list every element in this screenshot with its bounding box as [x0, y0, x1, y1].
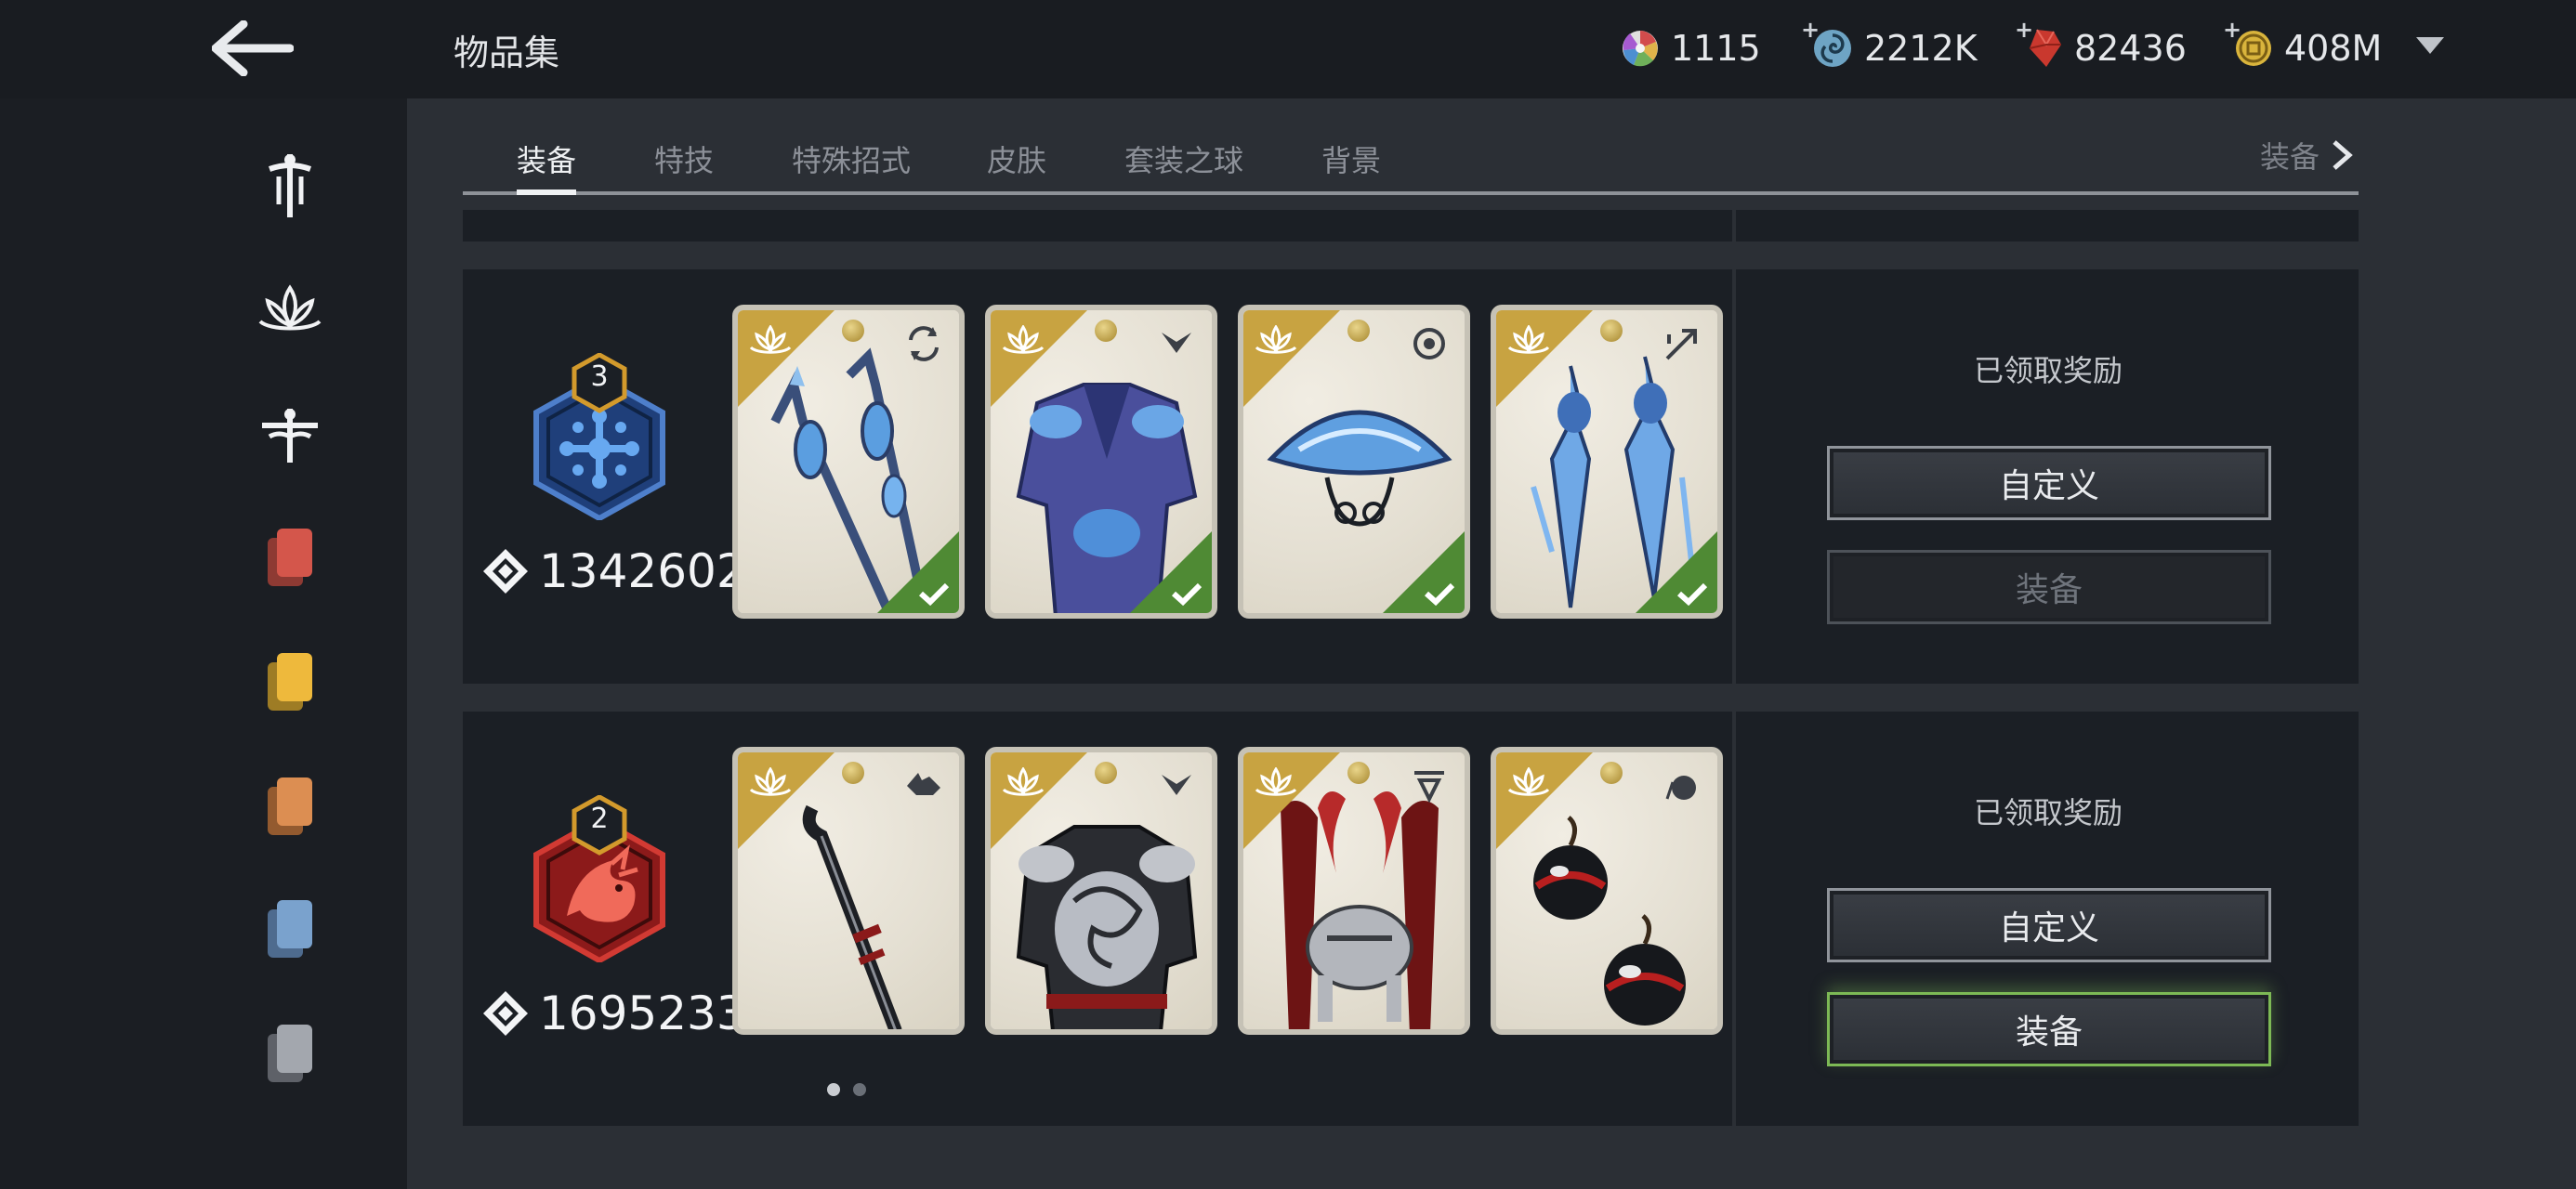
lotus-icon — [1002, 767, 1045, 796]
reward-status-label: 已领取奖励 — [1974, 353, 2123, 388]
tab-skills[interactable]: 特技 — [654, 137, 714, 180]
item-card-helmet[interactable] — [1238, 747, 1470, 1035]
sidebar-item-yellow-card-category[interactable] — [251, 643, 329, 721]
card-stack-orange-icon — [268, 777, 312, 835]
set-power: 1695233 — [481, 986, 746, 1040]
arrow-left-icon — [212, 20, 294, 76]
tab-backgrounds[interactable]: 背景 — [1321, 137, 1381, 180]
back-button[interactable] — [206, 13, 299, 84]
check-icon — [1424, 582, 1455, 606]
card-stack-grey-icon — [268, 1025, 312, 1082]
lotus-icon — [1507, 325, 1550, 354]
page-indicator — [827, 1083, 866, 1096]
tab-equipment[interactable]: 装备 — [517, 137, 576, 180]
currency-1: 1115 — [1621, 22, 1761, 74]
tab-next-label: 装备 — [2260, 139, 2320, 175]
chevron-right-icon — [2333, 140, 2353, 170]
item-card-weapon[interactable] — [732, 305, 965, 619]
power-value: 1695233 — [539, 986, 746, 1040]
tab-active-indicator — [517, 189, 576, 195]
equip-button[interactable]: 装备 — [1827, 550, 2271, 624]
tab-bar: 装备 特技 特殊招式 皮肤 套装之球 背景 — [463, 130, 2359, 199]
set-level-badge: 2 — [530, 794, 669, 964]
equip-button[interactable]: 装备 — [1827, 992, 2271, 1066]
set-row-2: 2 1695233 已领取奖励 自定义 装备 — [463, 712, 2359, 1126]
reward-status-label: 已领取奖励 — [1974, 795, 2123, 830]
check-icon — [918, 582, 950, 606]
wolf-head-icon — [907, 773, 940, 795]
set-row-1: 3 1342602 已领取奖励 自定义 装备 — [463, 269, 2359, 684]
power-diamond-icon — [483, 549, 528, 594]
page-title: 物品集 — [453, 33, 560, 73]
lotus-icon — [1002, 325, 1045, 354]
bomb-icon — [1665, 776, 1696, 800]
set-power: 1342602 — [481, 544, 746, 598]
currency-dropdown-button[interactable] — [2414, 35, 2446, 59]
set-level-badge: 3 — [530, 352, 669, 522]
check-icon — [1171, 582, 1203, 606]
item-card-armor[interactable] — [985, 747, 1217, 1035]
page-dot — [853, 1083, 866, 1096]
currency-2[interactable]: + 2212K — [1801, 17, 1978, 74]
item-card-armor[interactable] — [985, 305, 1217, 619]
item-card-weapon[interactable] — [732, 747, 965, 1035]
set-level-number: 3 — [590, 360, 609, 393]
color-wheel-icon — [1623, 31, 1658, 67]
power-diamond-icon — [483, 991, 528, 1036]
tab-skins[interactable]: 皮肤 — [987, 137, 1046, 180]
helmet-plume-icon — [1414, 771, 1444, 804]
weapon-swap-icon — [909, 326, 939, 361]
lotus-emblem-icon — [258, 284, 322, 331]
lotus-icon — [749, 325, 792, 354]
ranged-weapon-icon — [1665, 329, 1697, 360]
currency-value: 2212K — [1864, 28, 1978, 69]
sidebar-item-weapon-category[interactable] — [251, 147, 329, 225]
card-stack-yellow-icon — [268, 653, 312, 711]
page-dot-active — [827, 1083, 840, 1096]
sidebar-item-grey-card-category[interactable] — [251, 1014, 329, 1092]
lotus-icon — [1255, 325, 1297, 354]
currency-4[interactable]: + 408M — [2223, 17, 2383, 74]
category-sidebar — [0, 98, 407, 1189]
sidebar-item-lotus-category[interactable] — [251, 271, 329, 349]
item-card-ranged[interactable] — [1491, 305, 1723, 619]
set-row-partial — [463, 210, 2359, 242]
top-bar: 物品集 1115 + 2212K + 82436 + 408M — [0, 0, 2576, 98]
currency-value: 408M — [2284, 28, 2383, 69]
sidebar-item-dragonfly-category[interactable] — [251, 396, 329, 474]
sidebar-item-orange-card-category[interactable] — [251, 767, 329, 845]
armor-chevron-icon — [1162, 333, 1191, 353]
currency-3[interactable]: + 82436 — [2015, 17, 2187, 74]
card-stack-blue-icon — [268, 900, 312, 958]
helmet-eye-icon — [1413, 328, 1445, 359]
customize-button[interactable]: 自定义 — [1827, 888, 2271, 962]
chevron-down-icon — [2416, 37, 2444, 54]
currency-value: 1115 — [1671, 28, 1761, 69]
lotus-icon — [749, 767, 792, 796]
customize-button[interactable]: 自定义 — [1827, 446, 2271, 520]
power-value: 1342602 — [539, 544, 746, 598]
card-stack-red-icon — [268, 529, 312, 586]
sword-emblem-icon — [268, 154, 312, 217]
lotus-icon — [1507, 767, 1550, 796]
tab-next-button[interactable]: 装备 — [2260, 134, 2355, 176]
currency-value: 82436 — [2074, 28, 2187, 69]
dragonfly-emblem-icon — [262, 409, 318, 463]
sidebar-item-red-card-category[interactable] — [251, 518, 329, 596]
sidebar-item-blue-card-category[interactable] — [251, 890, 329, 968]
tab-special-moves[interactable]: 特殊招式 — [792, 137, 911, 180]
armor-chevron-icon — [1162, 775, 1191, 795]
tab-underline — [463, 191, 2359, 195]
set-level-number: 2 — [590, 803, 609, 835]
lotus-icon — [1255, 767, 1297, 796]
tab-set-orbs[interactable]: 套装之球 — [1124, 137, 1243, 180]
check-icon — [1676, 582, 1708, 606]
item-card-ranged[interactable] — [1491, 747, 1723, 1035]
item-card-helmet[interactable] — [1238, 305, 1470, 619]
